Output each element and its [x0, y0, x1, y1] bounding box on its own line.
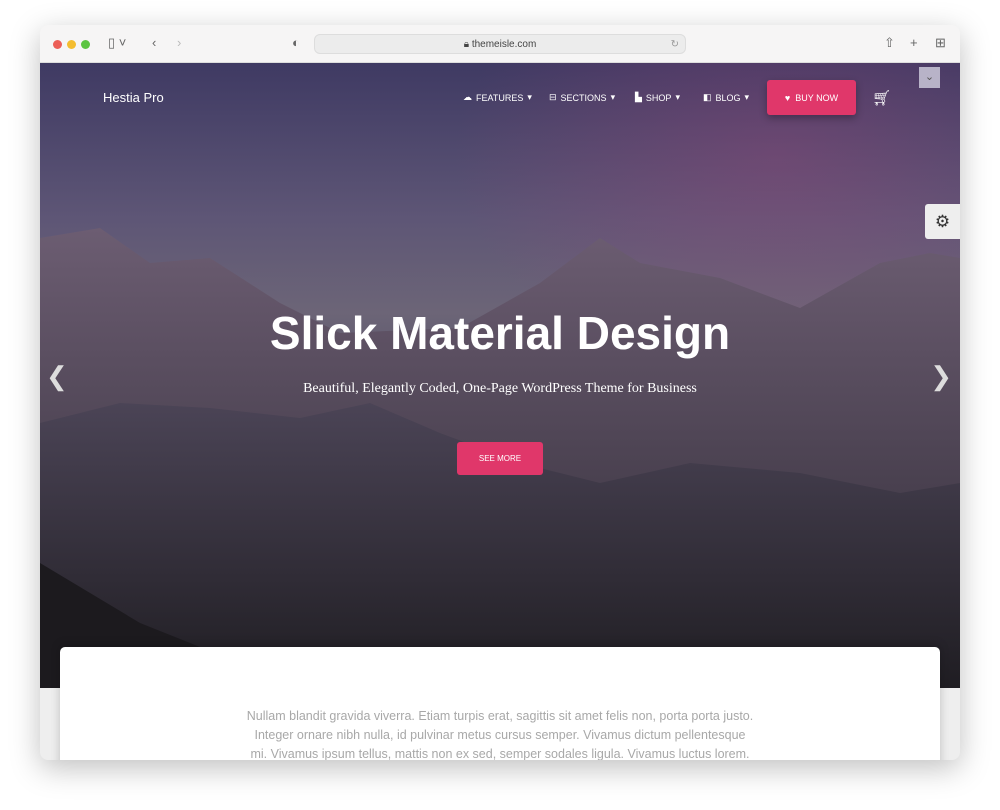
prev-slide-icon[interactable]: ❮ [46, 361, 68, 392]
mountain-background [40, 63, 960, 688]
reload-icon[interactable]: ↻ [671, 35, 679, 54]
content-card: Nullam blandit gravida viverra. Etiam tu… [60, 647, 940, 760]
nav-shop[interactable]: ▙ SHOP ▾ [635, 92, 680, 103]
caret-down-icon: ▾ [527, 92, 532, 102]
forward-icon[interactable]: › [177, 35, 181, 50]
nav-blog[interactable]: ◧ BLOG ▾ [703, 92, 749, 103]
share-icon[interactable]: ⇧ [884, 35, 895, 51]
new-tab-icon[interactable]: + [910, 35, 918, 50]
brand-logo[interactable]: Hestia Pro [103, 90, 164, 105]
browser-toolbar: ▯ ˅ ‹ › ◐ 🔒︎ themeisle.com ↻ ⇧ + ⊞ [40, 25, 960, 63]
heart-icon: ♥ [784, 92, 791, 103]
maximize-button[interactable] [81, 40, 90, 49]
sections-icon: ⊟ [549, 92, 557, 102]
nav-sections[interactable]: ⊟ SECTIONS ▾ [549, 92, 615, 103]
close-button[interactable] [53, 40, 62, 49]
gear-icon[interactable]: ⚙ [925, 204, 960, 239]
next-slide-icon[interactable]: ❯ [930, 361, 952, 392]
back-icon[interactable]: ‹ [152, 35, 156, 50]
nav-features[interactable]: ☁ FEATURES ▾ [463, 92, 532, 103]
caret-down-icon: ▾ [744, 92, 750, 102]
address-bar[interactable]: 🔒︎ themeisle.com ↻ [314, 34, 686, 54]
minimize-button[interactable] [67, 40, 76, 49]
hero-subtitle: Beautiful, Elegantly Coded, One-Page Wor… [303, 381, 697, 396]
blog-icon: ◧ [703, 92, 712, 102]
browser-window: ▯ ˅ ‹ › ◐ 🔒︎ themeisle.com ↻ ⇧ + ⊞ Hestia… [40, 25, 960, 760]
tabs-overview-icon[interactable]: ⊞ [935, 35, 946, 51]
bag-icon: ▙ [635, 92, 642, 102]
hero-section: Hestia Pro ☁ FEATURES ▾ ⊟ SECTIONS ▾ ▙ SHOP ▾ … [40, 63, 960, 688]
caret-down-icon: ▾ [610, 92, 616, 102]
cart-icon[interactable]: 🛒︎ [872, 89, 891, 107]
shield-icon[interactable]: ◐ [292, 35, 300, 50]
lock-icon: 🔒︎ [463, 39, 472, 50]
caret-down-icon: ▾ [675, 92, 680, 102]
intro-paragraph: Nullam blandit gravida viverra. Etiam tu… [246, 709, 754, 760]
sidebar-icon[interactable]: ▯ ˅ [108, 35, 126, 51]
hero-title: Slick Material Design [269, 307, 731, 359]
see-more-button[interactable]: SEE MORE [457, 442, 543, 475]
cloud-icon: ☁ [463, 92, 472, 102]
chevron-down-icon[interactable]: ⌄ [919, 67, 940, 88]
buy-now-button[interactable]: ♥ BUY NOW [767, 80, 856, 115]
